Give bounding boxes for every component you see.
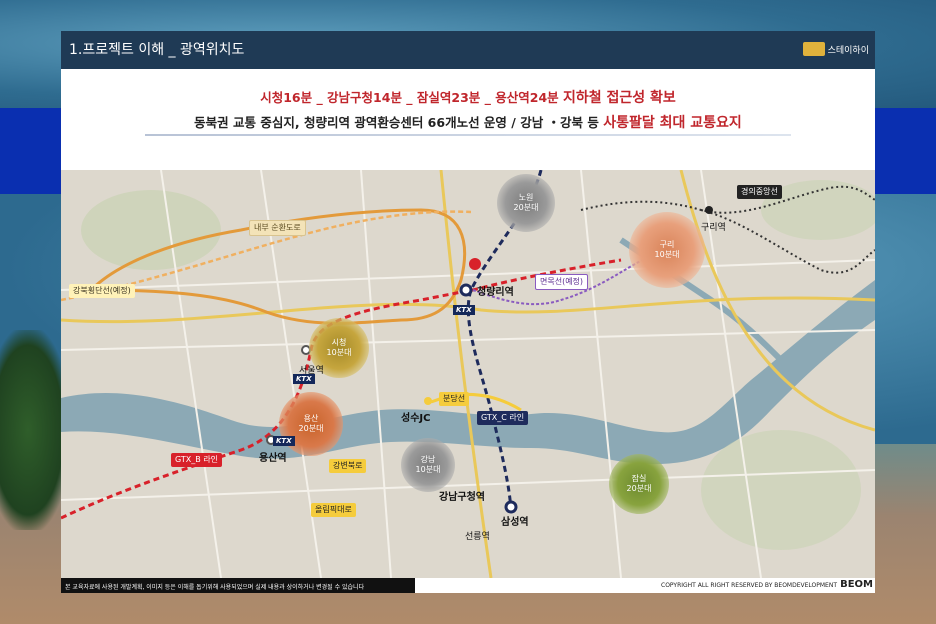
green-area <box>701 430 861 550</box>
page-title: 1.프로젝트 이해 _ 광역위치도 <box>69 42 245 58</box>
label-bundang-line: 분당선 <box>439 392 470 406</box>
logo-text: 스테이하이 <box>827 45 869 56</box>
gtx-b-line <box>61 258 622 520</box>
circle-guri: 구리 10분대 <box>629 212 705 288</box>
label-gangbuk-line: 강북횡단선(예정) <box>69 284 135 298</box>
ktx-badge: KTX <box>273 436 295 446</box>
circle-label: 노원 <box>518 193 534 202</box>
circle-gangnam: 강남 10분대 <box>401 438 455 492</box>
cheongnyangni-marker <box>459 283 473 297</box>
circle-label: 강남 <box>420 455 436 464</box>
map-graphics <box>61 170 875 578</box>
circle-time: 10분대 <box>415 465 441 474</box>
station-cheongnyangni: 청량리역 <box>477 287 514 298</box>
footer-disclaimer: 본 교육자료에 사용된 개발계획, 이미지 등은 이해를 돕기위해 사용되었으며… <box>61 578 415 593</box>
label-gtx-b-line: GTX_B 라인 <box>171 453 223 467</box>
station-samseong: 삼성역 <box>501 517 529 528</box>
location-map: 노원 20분대 구리 10분대 시청 10분대 용산 20분대 강남 10분대 잠실 20분… <box>61 170 875 578</box>
subtitle-highlight-2: 사통팔달 최대 교통요지 <box>603 115 742 131</box>
slide-footer: 본 교육자료에 사용된 개발계획, 이미지 등은 이해를 돕기위해 사용되었으며… <box>61 578 875 593</box>
circle-yongsan: 용산 20분대 <box>279 392 343 456</box>
circle-label: 시청 <box>331 338 347 347</box>
circle-jamsil: 잠실 20분대 <box>609 454 669 514</box>
guri-marker <box>705 206 713 214</box>
subtitle-line-2: 동북권 교통 중심지, 청량리역 광역환승센터 66개노선 운영 / 강남 ・강… <box>61 112 875 132</box>
brand-logo: 스테이하이 <box>802 42 869 56</box>
circle-label: 용산 <box>303 414 319 423</box>
circle-time: 10분대 <box>326 348 352 357</box>
circle-time: 20분대 <box>626 484 652 493</box>
samseong-marker <box>504 500 518 514</box>
subtitle-line-1: 시청16분 _ 강남구청14분 _ 잠실역23분 _ 용산역24분 지하철 접근… <box>61 87 875 107</box>
subtitle-highlight-1: 지하철 접근성 확보 <box>563 90 676 106</box>
subtitle-times: 시청16분 _ 강남구청14분 _ 잠실역23분 _ 용산역24분 <box>260 90 563 105</box>
station-seongsu: 성수JC <box>401 413 431 424</box>
ktx-badge: KTX <box>453 305 475 315</box>
slide: 1.프로젝트 이해 _ 광역위치도 스테이하이 시청16분 _ 강남구청14분 … <box>61 31 875 593</box>
circle-label: 구리 <box>659 240 675 249</box>
label-gangbyeon-road: 강변북로 <box>329 459 367 473</box>
green-area <box>81 190 221 270</box>
circle-time: 20분대 <box>513 203 539 212</box>
circle-label: 잠실 <box>631 474 647 483</box>
background-tree <box>0 330 70 530</box>
slide-header: 1.프로젝트 이해 _ 광역위치도 스테이하이 <box>61 31 875 69</box>
label-inner-ring-road: 내부 순환도로 <box>249 220 306 236</box>
footer-logo: BEOM <box>840 579 873 590</box>
subtitle-desc: 동북권 교통 중심지, 청량리역 광역환승센터 66개노선 운영 / 강남 ・강… <box>194 115 604 130</box>
label-myeonmok-line: 면목선(예정) <box>535 274 589 290</box>
ktx-badge: KTX <box>293 374 315 384</box>
seongsu-marker <box>424 397 432 405</box>
label-gyeongui-line: 경의중앙선 <box>737 185 782 199</box>
label-olympic-road: 올림픽대로 <box>311 503 356 517</box>
circle-time: 10분대 <box>654 250 680 259</box>
label-gtx-c-line: GTX_C 라인 <box>477 411 529 425</box>
subtitle-divider <box>145 134 791 136</box>
station-guri: 구리역 <box>701 223 726 233</box>
station-gangnamgu: 강남구청역 <box>439 492 485 503</box>
logo-mark-icon <box>802 42 825 56</box>
footer-copyright: COPYRIGHT ALL RIGHT RESERVED BY BEOMDEVE… <box>661 582 837 589</box>
station-seolleung: 선릉역 <box>465 532 490 542</box>
station-yongsan: 용산역 <box>259 453 287 464</box>
circle-time: 20분대 <box>298 424 324 433</box>
site-pin-icon <box>469 258 481 270</box>
circle-nowon: 노원 20분대 <box>497 174 555 232</box>
